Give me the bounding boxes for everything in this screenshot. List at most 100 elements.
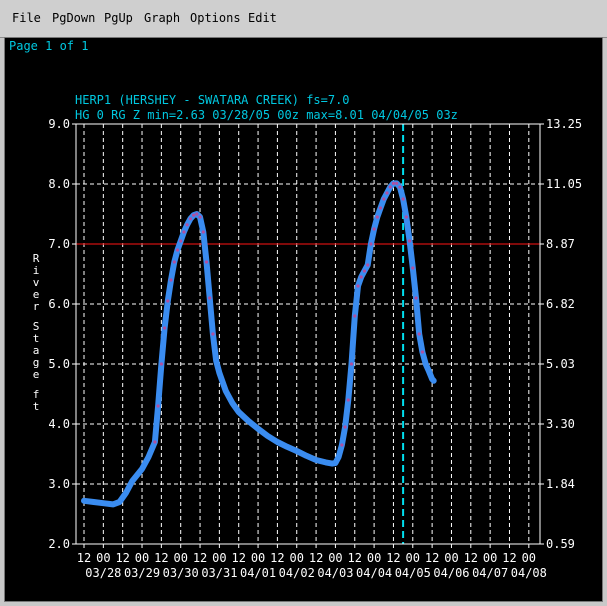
x-tick-hour-label: 12 [77, 551, 91, 565]
hydrograph-chart: Page 1 of 1 HERP1 (HERSHEY - SWATARA CRE… [9, 39, 582, 580]
observed-point [417, 332, 421, 336]
x-tick-hour-label: 12 [270, 551, 284, 565]
y-label-char: t [33, 400, 40, 413]
x-tick-hour-label: 12 [193, 551, 207, 565]
x-tick-date-label: 03/29 [124, 566, 160, 580]
y-axis-label: RiverStageft [33, 252, 40, 413]
observed-point [163, 326, 167, 330]
observed-point [401, 197, 405, 201]
observed-point [411, 266, 415, 270]
page-indicator: Page 1 of 1 [9, 39, 88, 53]
x-tick-date-label: 04/06 [433, 566, 469, 580]
x-tick-hour-label: 00 [406, 551, 420, 565]
x-tick-hour-label: 00 [367, 551, 381, 565]
observed-point [362, 269, 366, 273]
observed-point [375, 215, 379, 219]
x-tick-date-label: 04/01 [240, 566, 276, 580]
x-tick-hour-label: 12 [115, 551, 129, 565]
x-tick-date-label: 04/08 [511, 566, 547, 580]
observed-point [188, 217, 192, 221]
observed-point [391, 181, 395, 185]
observed-point [395, 181, 399, 185]
x-tick-hour-label: 00 [328, 551, 342, 565]
observed-point [372, 227, 376, 231]
series-layer [81, 180, 437, 508]
observed-point [179, 239, 183, 243]
observed-point [156, 404, 160, 408]
observed-point [195, 212, 199, 216]
y2-tick-label: 0.59 [546, 537, 575, 551]
observed-point [385, 191, 389, 195]
x-tick-hour-label: 12 [154, 551, 168, 565]
x-tick-hour-label: 00 [96, 551, 110, 565]
stage-series-line [81, 180, 437, 508]
x-tick-hour-label: 12 [348, 551, 362, 565]
observed-point [204, 260, 209, 264]
x-tick-hour-label: 12 [464, 551, 478, 565]
x-tick-date-label: 03/28 [85, 566, 121, 580]
chart-subtitle: HG 0 RG Z min=2.63 03/28/05 00z max=8.01… [75, 108, 458, 122]
x-tick-date-label: 04/07 [472, 566, 508, 580]
x-tick-hour-label: 12 [425, 551, 439, 565]
x-tick-date-label: 04/03 [317, 566, 353, 580]
chart-title: HERP1 (HERSHEY - SWATARA CREEK) fs=7.0 [75, 93, 350, 107]
x-tick-hour-label: 00 [173, 551, 187, 565]
observed-point [398, 185, 402, 189]
y2-tick-label: 13.25 [546, 117, 582, 131]
observed-point [388, 185, 392, 189]
observed-point [166, 299, 170, 303]
x-tick-date-label: 04/04 [356, 566, 392, 580]
y-label-char: r [33, 300, 40, 313]
observed-point [408, 239, 412, 243]
observed-point [343, 425, 347, 429]
observed-point [382, 197, 386, 201]
x-tick-hour-label: 00 [212, 551, 226, 565]
y2-tick-label: 11.05 [546, 177, 582, 191]
x-tick-hour-label: 00 [444, 551, 458, 565]
y-tick-label: 8.0 [48, 177, 70, 191]
observed-point [353, 314, 357, 318]
y-tick-label: 9.0 [48, 117, 70, 131]
observed-point [192, 213, 196, 217]
observed-point [182, 230, 186, 234]
axes: 9.0 13.25 8.0 11.05 7.0 8.87 6.0 6.82 5.0 5.03 4.0… [48, 117, 582, 580]
y2-tick-label: 1.84 [546, 477, 575, 491]
observed-point [175, 248, 180, 252]
observed-point [356, 284, 360, 288]
x-tick-hour-label: 00 [135, 551, 149, 565]
observed-point [153, 440, 157, 444]
x-tick-date-label: 04/05 [395, 566, 431, 580]
observed-point [366, 263, 370, 267]
observed-point [211, 332, 215, 336]
x-tick-hour-label: 00 [483, 551, 497, 565]
x-tick-hour-label: 00 [522, 551, 536, 565]
x-tick-hour-label: 12 [231, 551, 245, 565]
y-label-char: e [33, 368, 40, 381]
y-tick-label: 5.0 [48, 357, 70, 371]
x-tick-date-label: 03/30 [163, 566, 199, 580]
observed-point [201, 230, 205, 234]
y-tick-label: 2.0 [48, 537, 70, 551]
x-tick-date-label: 04/02 [279, 566, 315, 580]
y-tick-label: 3.0 [48, 477, 70, 491]
observed-point [159, 362, 163, 366]
observed-point [359, 275, 363, 279]
y-tick-label: 6.0 [48, 297, 70, 311]
observed-point [208, 296, 212, 300]
y2-tick-label: 3.30 [546, 417, 575, 431]
observed-point [169, 278, 173, 282]
observed-point [420, 350, 424, 354]
observed-point [349, 362, 354, 366]
x-tick-date-label: 03/31 [201, 566, 237, 580]
x-tick-hour-label: 00 [251, 551, 265, 565]
y2-tick-label: 5.03 [546, 357, 575, 371]
x-tick-hour-label: 00 [290, 551, 304, 565]
observed-point [369, 242, 373, 246]
observed-point [414, 296, 418, 300]
observed-point [404, 215, 408, 219]
x-tick-hour-label: 12 [502, 551, 516, 565]
observed-point [172, 260, 176, 264]
observed-point [378, 206, 383, 210]
x-tick-hour-label: 12 [309, 551, 323, 565]
y-tick-label: 7.0 [48, 237, 70, 251]
